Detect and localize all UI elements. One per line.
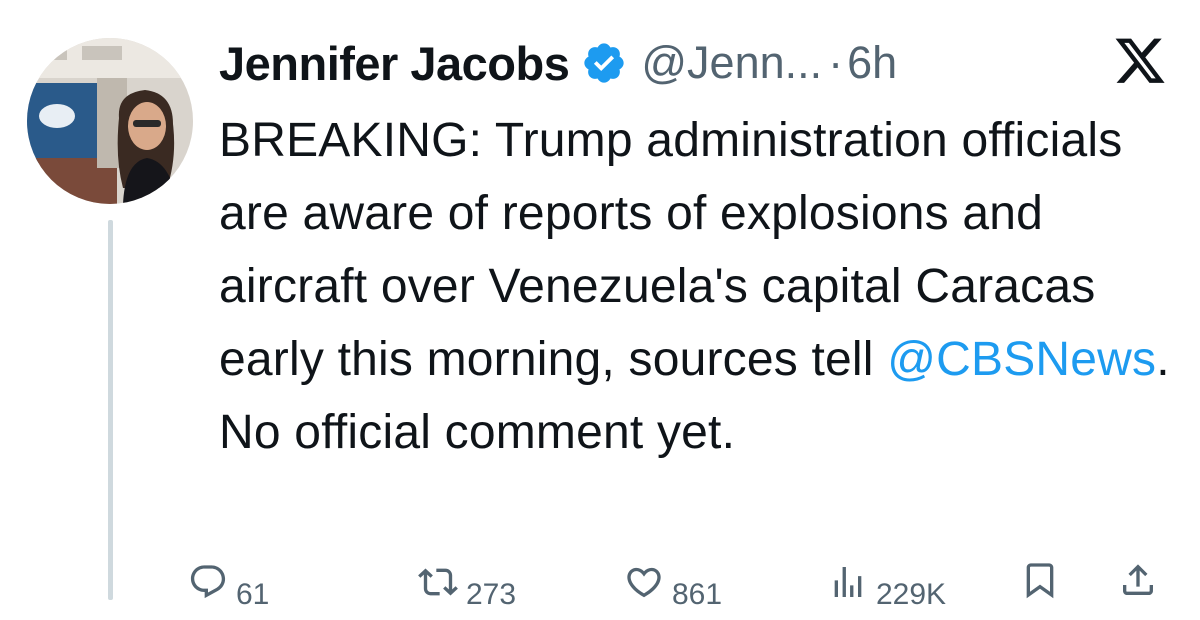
reply-button[interactable]: 61 [188,560,269,612]
views-count: 229K [876,578,947,611]
bookmark-icon [1020,560,1060,608]
verified-badge-icon [581,40,627,86]
repost-icon [418,562,458,610]
views-button[interactable]: 229K [828,560,946,612]
x-logo-icon[interactable] [1112,38,1168,88]
author-handle[interactable]: @Jenn... [641,37,822,89]
share-button[interactable] [1118,560,1158,608]
avatar[interactable] [27,38,193,204]
reply-count: 61 [236,578,270,611]
repost-count: 273 [466,578,517,611]
thread-line [108,220,113,600]
tweet-card: Jennifer Jacobs @Jenn... · 6h BREAKING: … [0,0,1200,611]
repost-button[interactable]: 273 [418,560,516,612]
like-button[interactable]: 861 [624,560,722,612]
tweet-header: Jennifer Jacobs @Jenn... · 6h [219,32,897,94]
action-bar: 61 273 861 229K [188,560,1200,620]
bookmark-button[interactable] [1020,560,1060,608]
reply-icon [188,562,228,610]
separator-dot: · [828,37,844,88]
tweet-text: BREAKING: Trump administration officials… [219,104,1189,469]
tweet-timestamp[interactable]: 6h [847,37,897,89]
views-chart-icon [828,562,868,610]
heart-icon [624,562,664,610]
mention-link[interactable]: @CBSNews [887,333,1156,386]
share-icon [1118,560,1158,608]
author-display-name[interactable]: Jennifer Jacobs [219,36,570,91]
like-count: 861 [672,578,723,611]
